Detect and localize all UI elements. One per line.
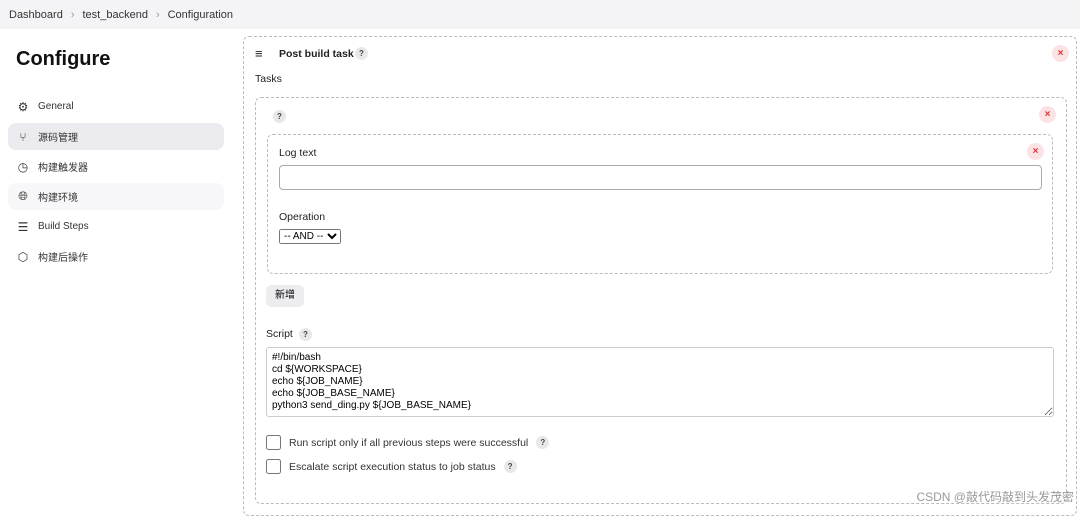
- script-label: Script: [266, 328, 293, 340]
- tasks-label: Tasks: [255, 73, 282, 85]
- chevron-right-icon: ›: [155, 8, 160, 21]
- post-build-task-section: ≡ Post build task ? × Tasks ? × Log text…: [243, 36, 1077, 516]
- help-icon[interactable]: ?: [536, 436, 550, 449]
- help-icon[interactable]: ?: [273, 110, 286, 123]
- sidebar: Configure ⚙ General ⑂ 源码管理 ◷ 构建触发器 🌐︎ 构建环境 ☰…: [8, 40, 224, 273]
- operation-label: Operation: [279, 211, 326, 223]
- breadcrumb-configuration[interactable]: Configuration: [168, 9, 233, 21]
- checkbox[interactable]: [266, 435, 281, 450]
- close-section-button[interactable]: ×: [1052, 45, 1069, 62]
- breadcrumb-job[interactable]: test_backend: [83, 9, 148, 21]
- globe-icon: 🌐︎: [18, 189, 28, 203]
- close-log-text-button[interactable]: ×: [1027, 143, 1044, 160]
- add-button[interactable]: 新增: [266, 285, 304, 307]
- section-title: Post build task: [279, 48, 354, 60]
- breadcrumb: Dashboard › test_backend › Configuration: [0, 0, 1080, 29]
- close-task-button[interactable]: ×: [1039, 106, 1056, 123]
- script-textarea[interactable]: #!/bin/bash cd ${WORKSPACE} echo ${JOB_N…: [266, 347, 1054, 417]
- log-text-input[interactable]: [279, 165, 1042, 190]
- checkbox[interactable]: [266, 459, 281, 474]
- checkbox-label: Run script only if all previous steps we…: [289, 436, 529, 449]
- escalate-status-checkbox[interactable]: Escalate script execution status to job …: [266, 459, 517, 474]
- sidebar-item-environment[interactable]: 🌐︎ 构建环境: [8, 183, 224, 210]
- help-icon[interactable]: ?: [503, 460, 517, 473]
- branch-icon: ⑂: [19, 129, 27, 144]
- gear-icon: ⚙: [17, 99, 29, 114]
- sidebar-item-general[interactable]: ⚙ General: [8, 93, 224, 120]
- help-icon[interactable]: ?: [299, 328, 312, 341]
- clock-icon: ◷: [17, 159, 29, 174]
- log-text-box: Log text × Operation -- AND --: [267, 134, 1053, 274]
- sidebar-item-label: 构建环境: [38, 193, 78, 204]
- list-icon: ☰: [17, 219, 29, 234]
- run-only-success-checkbox[interactable]: Run script only if all previous steps we…: [266, 435, 550, 450]
- sidebar-item-scm[interactable]: ⑂ 源码管理: [8, 123, 224, 150]
- breadcrumb-dashboard[interactable]: Dashboard: [9, 9, 63, 21]
- sidebar-item-label: 构建触发器: [38, 163, 88, 174]
- checkbox-label: Escalate script execution status to job …: [289, 460, 496, 473]
- operation-select[interactable]: -- AND --: [279, 229, 341, 244]
- sidebar-item-build-steps[interactable]: ☰ Build Steps: [8, 213, 224, 240]
- package-icon: ⬡: [17, 249, 29, 264]
- log-text-label: Log text: [279, 147, 317, 159]
- watermark: CSDN @敲代码敲到头发茂密: [916, 490, 1074, 504]
- sidebar-item-triggers[interactable]: ◷ 构建触发器: [8, 153, 224, 180]
- drag-handle-icon[interactable]: ≡: [255, 46, 263, 61]
- sidebar-item-label: General: [38, 101, 74, 112]
- task-box: ? × Log text × Operation -- AND -- 新增 Sc…: [255, 97, 1067, 504]
- sidebar-item-label: 构建后操作: [38, 253, 88, 264]
- chevron-right-icon: ›: [70, 8, 75, 21]
- sidebar-item-label: Build Steps: [38, 221, 89, 232]
- page-title: Configure: [16, 48, 111, 70]
- help-icon[interactable]: ?: [355, 47, 368, 60]
- sidebar-item-post-build[interactable]: ⬡ 构建后操作: [8, 243, 224, 270]
- sidebar-item-label: 源码管理: [38, 133, 78, 144]
